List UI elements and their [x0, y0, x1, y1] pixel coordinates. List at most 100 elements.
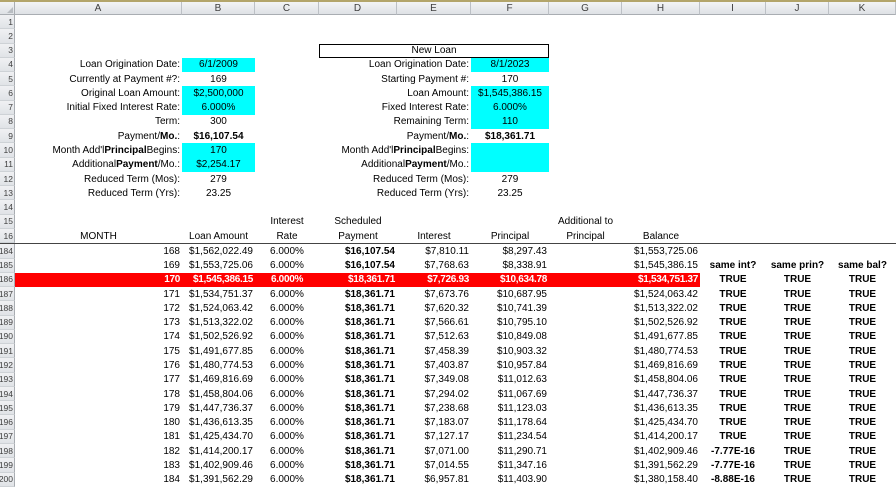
- row-header-9[interactable]: 9: [0, 129, 15, 143]
- cell-F198[interactable]: $11,290.71: [471, 444, 549, 458]
- cell-B197[interactable]: $1,425,434.70: [182, 430, 255, 444]
- cell-D190[interactable]: $18,361.71: [319, 330, 397, 344]
- cell-C195[interactable]: 6.000%: [255, 401, 319, 415]
- cell-J189[interactable]: TRUE: [766, 316, 829, 330]
- row-header-198[interactable]: 198: [0, 444, 15, 458]
- cell-D185[interactable]: $16,107.54: [319, 259, 397, 273]
- select-all-corner[interactable]: [0, 2, 15, 15]
- row-header-193[interactable]: 193: [0, 373, 15, 387]
- cell-D191[interactable]: $18,361.71: [319, 344, 397, 358]
- cell-H185[interactable]: $1,545,386.15: [622, 259, 700, 273]
- cell-D10[interactable]: Month Add'l Principal Begins:: [319, 143, 471, 157]
- cell-H192[interactable]: $1,469,816.69: [622, 358, 700, 372]
- cell-D13[interactable]: Reduced Term (Yrs):: [319, 186, 471, 200]
- cell-D4[interactable]: Loan Origination Date:: [319, 58, 471, 72]
- cell-H190[interactable]: $1,491,677.85: [622, 330, 700, 344]
- cell-E196[interactable]: $7,183.07: [397, 415, 471, 429]
- cell-A195[interactable]: 179: [15, 401, 182, 415]
- cell-A193[interactable]: 177: [15, 373, 182, 387]
- row-header-197[interactable]: 197: [0, 430, 15, 444]
- row-header-12[interactable]: 12: [0, 172, 15, 186]
- cell-I185[interactable]: same int?: [700, 259, 766, 273]
- col-header-G[interactable]: G: [549, 2, 622, 15]
- cell-F6[interactable]: $1,545,386.15: [471, 86, 549, 100]
- row-header-13[interactable]: 13: [0, 186, 15, 200]
- cell-A16[interactable]: MONTH: [15, 229, 182, 243]
- cell-F8[interactable]: 110: [471, 115, 549, 129]
- cell-B189[interactable]: $1,513,322.02: [182, 316, 255, 330]
- cell-E194[interactable]: $7,294.02: [397, 387, 471, 401]
- cell-A186[interactable]: 170: [15, 273, 182, 287]
- cell-J186[interactable]: TRUE: [766, 273, 829, 287]
- cell-C193[interactable]: 6.000%: [255, 373, 319, 387]
- cell-G186[interactable]: [549, 273, 622, 287]
- cell-B191[interactable]: $1,491,677.85: [182, 344, 255, 358]
- cell-J197[interactable]: TRUE: [766, 430, 829, 444]
- cell-A185[interactable]: 169: [15, 259, 182, 273]
- cell-E187[interactable]: $7,673.76: [397, 287, 471, 301]
- cell-C184[interactable]: 6.000%: [255, 244, 319, 258]
- cell-J198[interactable]: TRUE: [766, 444, 829, 458]
- cell-B196[interactable]: $1,436,613.35: [182, 415, 255, 429]
- cell-A8[interactable]: Term:: [15, 115, 182, 129]
- cell-I195[interactable]: TRUE: [700, 401, 766, 415]
- cell-I193[interactable]: TRUE: [700, 373, 766, 387]
- cell-B5[interactable]: 169: [182, 72, 255, 86]
- cell-K190[interactable]: TRUE: [829, 330, 896, 344]
- cell-D192[interactable]: $18,361.71: [319, 358, 397, 372]
- cell-B188[interactable]: $1,524,063.42: [182, 301, 255, 315]
- cell-D200[interactable]: $18,361.71: [319, 473, 397, 487]
- cell-I196[interactable]: TRUE: [700, 415, 766, 429]
- row-header-5[interactable]: 5: [0, 72, 15, 86]
- cell-E195[interactable]: $7,238.68: [397, 401, 471, 415]
- cell-C192[interactable]: 6.000%: [255, 358, 319, 372]
- cell-F194[interactable]: $11,067.69: [471, 387, 549, 401]
- cell-A187[interactable]: 171: [15, 287, 182, 301]
- cell-A199[interactable]: 183: [15, 458, 182, 472]
- cell-B10[interactable]: 170: [182, 143, 255, 157]
- cell-H200[interactable]: $1,380,158.40: [622, 473, 700, 487]
- cell-J193[interactable]: TRUE: [766, 373, 829, 387]
- cell-C16[interactable]: Rate: [255, 229, 319, 243]
- cell-J191[interactable]: TRUE: [766, 344, 829, 358]
- cell-D3[interactable]: New Loan: [319, 44, 549, 58]
- cell-H197[interactable]: $1,414,200.17: [622, 430, 700, 444]
- cell-E190[interactable]: $7,512.63: [397, 330, 471, 344]
- cell-I186[interactable]: TRUE: [700, 273, 766, 287]
- cell-A188[interactable]: 172: [15, 301, 182, 315]
- cell-H196[interactable]: $1,425,434.70: [622, 415, 700, 429]
- cell-E197[interactable]: $7,127.17: [397, 430, 471, 444]
- cell-K192[interactable]: TRUE: [829, 358, 896, 372]
- cell-C194[interactable]: 6.000%: [255, 387, 319, 401]
- row-header-188[interactable]: 188: [0, 301, 15, 315]
- cell-C191[interactable]: 6.000%: [255, 344, 319, 358]
- col-header-E[interactable]: E: [397, 2, 471, 15]
- row-header-187[interactable]: 187: [0, 287, 15, 301]
- cell-A9[interactable]: Payment/Mo.:: [15, 129, 182, 143]
- cell-H16[interactable]: Balance: [622, 229, 700, 243]
- cell-C15[interactable]: Interest: [255, 215, 319, 229]
- col-header-J[interactable]: J: [766, 2, 829, 15]
- cell-E184[interactable]: $7,810.11: [397, 244, 471, 258]
- cell-D6[interactable]: Loan Amount:: [319, 86, 471, 100]
- cell-H195[interactable]: $1,436,613.35: [622, 401, 700, 415]
- cell-F187[interactable]: $10,687.95: [471, 287, 549, 301]
- cell-A190[interactable]: 174: [15, 330, 182, 344]
- cell-H187[interactable]: $1,524,063.42: [622, 287, 700, 301]
- cell-B198[interactable]: $1,414,200.17: [182, 444, 255, 458]
- cell-J194[interactable]: TRUE: [766, 387, 829, 401]
- cell-F7[interactable]: 6.000%: [471, 101, 549, 115]
- cell-B187[interactable]: $1,534,751.37: [182, 287, 255, 301]
- cell-E193[interactable]: $7,349.08: [397, 373, 471, 387]
- row-header-190[interactable]: 190: [0, 330, 15, 344]
- cell-K197[interactable]: TRUE: [829, 430, 896, 444]
- row-header-8[interactable]: 8: [0, 115, 15, 129]
- cell-F193[interactable]: $11,012.63: [471, 373, 549, 387]
- cell-E198[interactable]: $7,071.00: [397, 444, 471, 458]
- cell-I199[interactable]: -7.77E-16: [700, 458, 766, 472]
- cell-E186[interactable]: $7,726.93: [397, 273, 471, 287]
- cell-H194[interactable]: $1,447,736.37: [622, 387, 700, 401]
- cell-A194[interactable]: 178: [15, 387, 182, 401]
- cell-A11[interactable]: Additional Payment/Mo.:: [15, 158, 182, 172]
- cell-C190[interactable]: 6.000%: [255, 330, 319, 344]
